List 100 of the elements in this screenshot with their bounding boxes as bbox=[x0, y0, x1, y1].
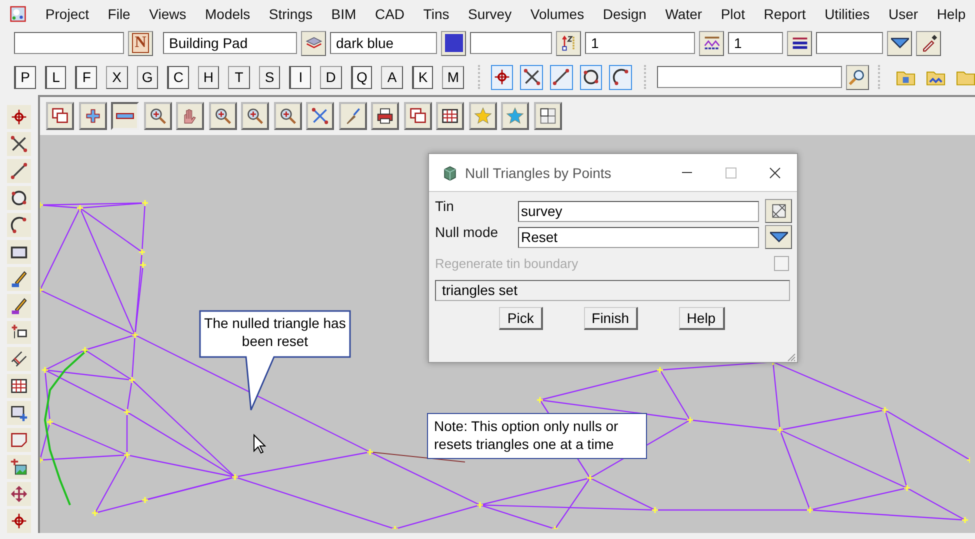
view-tool-button[interactable] bbox=[111, 102, 139, 130]
snap-button[interactable]: P bbox=[14, 66, 36, 88]
view-tool-button[interactable] bbox=[46, 102, 74, 130]
snap-button[interactable]: I bbox=[289, 66, 312, 88]
line-icon bbox=[552, 68, 570, 86]
eyedropper-button[interactable] bbox=[916, 30, 941, 56]
weight-button[interactable] bbox=[787, 30, 812, 56]
view-tool-button[interactable] bbox=[144, 102, 172, 130]
snap-tool-button[interactable] bbox=[609, 64, 632, 90]
view-tool-button[interactable] bbox=[241, 102, 269, 130]
snap-tool-button[interactable] bbox=[520, 64, 544, 90]
drawing-tool-button[interactable] bbox=[7, 428, 31, 452]
drawing-tool-button[interactable] bbox=[7, 347, 31, 372]
drawing-tool-button[interactable] bbox=[7, 482, 31, 506]
menu-item[interactable]: Design bbox=[593, 6, 656, 22]
view-tool-button[interactable] bbox=[274, 102, 302, 130]
snap-tool-button[interactable] bbox=[490, 64, 514, 90]
note: Note: This option only nulls or resets triangles one at a time bbox=[427, 413, 647, 459]
menu-item[interactable]: Volumes bbox=[520, 6, 594, 22]
snap-button[interactable]: A bbox=[381, 66, 403, 88]
view-tool-button[interactable] bbox=[208, 102, 236, 130]
height-button[interactable] bbox=[556, 30, 581, 56]
drawing-tool-button[interactable] bbox=[7, 320, 31, 344]
view-tool-button[interactable] bbox=[534, 102, 562, 130]
arc-icon bbox=[612, 68, 630, 86]
snap-button[interactable]: K bbox=[412, 66, 434, 88]
menu-item[interactable]: Models bbox=[196, 6, 260, 22]
snap-button[interactable]: Q bbox=[350, 66, 372, 88]
drawing-tool-button[interactable] bbox=[7, 374, 31, 398]
input-field[interactable] bbox=[14, 32, 124, 54]
drawing-tool-button[interactable] bbox=[7, 132, 31, 156]
resize-grip-icon[interactable] bbox=[786, 352, 796, 362]
snap-button[interactable]: S bbox=[258, 66, 280, 88]
snap-button[interactable]: H bbox=[198, 66, 220, 88]
view-tool-button[interactable] bbox=[78, 102, 106, 130]
weight-field[interactable]: 1 bbox=[728, 32, 783, 54]
linestyle-icon bbox=[702, 34, 720, 52]
input-field[interactable] bbox=[470, 32, 552, 54]
point-icon bbox=[493, 68, 512, 86]
menu-item[interactable]: Plot bbox=[711, 6, 754, 22]
sheet-icon bbox=[10, 431, 28, 450]
view-tool-button[interactable] bbox=[371, 102, 399, 130]
layers-button[interactable] bbox=[301, 30, 326, 56]
view-tool-button[interactable] bbox=[176, 102, 204, 130]
menu-item[interactable]: Utilities bbox=[815, 6, 880, 22]
snap-tool-button[interactable] bbox=[550, 64, 573, 90]
dialog-button[interactable]: Finish bbox=[584, 307, 638, 330]
snap-button[interactable]: C bbox=[167, 66, 189, 88]
menu-item[interactable]: File bbox=[98, 6, 140, 22]
menu-item[interactable]: Water bbox=[656, 6, 712, 22]
model-field[interactable]: Building Pad bbox=[163, 32, 297, 54]
input-field[interactable]: survey bbox=[518, 200, 759, 222]
drawing-tool-button[interactable] bbox=[7, 509, 31, 533]
menu-item[interactable]: Project bbox=[36, 6, 98, 22]
dropdown-button[interactable] bbox=[765, 225, 792, 249]
colour-field[interactable]: dark blue bbox=[330, 32, 437, 54]
snap-tool-button[interactable] bbox=[580, 64, 602, 90]
view-tool-button[interactable] bbox=[436, 102, 464, 130]
menu-item[interactable]: BIM bbox=[322, 6, 366, 22]
drawing-tool-button[interactable] bbox=[7, 240, 31, 264]
snap-button[interactable]: M bbox=[442, 66, 464, 88]
snap-button[interactable]: F bbox=[75, 66, 97, 88]
tin-icon bbox=[770, 202, 788, 220]
drawing-tool-button[interactable] bbox=[7, 455, 31, 480]
menu-item[interactable]: Survey bbox=[458, 6, 521, 22]
menu-item[interactable]: Views bbox=[140, 6, 196, 22]
input-field[interactable] bbox=[816, 32, 883, 54]
snap-button[interactable]: D bbox=[320, 66, 342, 88]
tin-chooser-button[interactable] bbox=[765, 199, 792, 223]
view-tool-button[interactable] bbox=[404, 102, 432, 130]
menu-item[interactable]: User bbox=[879, 6, 928, 22]
dialog-button[interactable]: Pick bbox=[499, 307, 543, 330]
menu-item[interactable]: CAD bbox=[366, 6, 414, 22]
menu-item[interactable]: Tins bbox=[414, 6, 459, 22]
menu-item[interactable]: Strings bbox=[260, 6, 322, 22]
dropdown-button[interactable] bbox=[887, 30, 912, 56]
menu-item[interactable]: Report bbox=[754, 6, 816, 22]
drawing-tool-button[interactable] bbox=[7, 105, 31, 129]
dialog-button[interactable]: Help bbox=[678, 307, 725, 330]
zoom-icon bbox=[148, 107, 166, 125]
menu-item[interactable]: Help bbox=[927, 6, 975, 22]
drawing-tool-button[interactable] bbox=[7, 401, 31, 426]
drawing-tool-button[interactable] bbox=[7, 158, 31, 183]
drawing-tool-button[interactable] bbox=[7, 294, 31, 318]
drawing-tool-button[interactable] bbox=[7, 186, 31, 210]
snap-button[interactable]: T bbox=[228, 66, 250, 88]
snap-button[interactable]: G bbox=[136, 66, 158, 88]
drawing-tool-button[interactable] bbox=[7, 266, 31, 291]
linestyle-button[interactable] bbox=[699, 30, 724, 56]
colour-swatch-button[interactable] bbox=[441, 30, 466, 56]
search-button[interactable] bbox=[846, 64, 869, 90]
app-logo-icon[interactable] bbox=[10, 4, 26, 24]
drawing-tool-button[interactable] bbox=[7, 212, 31, 237]
snap-button[interactable]: X bbox=[106, 66, 128, 88]
search-field[interactable] bbox=[656, 66, 842, 88]
snap-button[interactable]: L bbox=[44, 66, 66, 88]
search-icon bbox=[848, 68, 866, 86]
input-field[interactable]: Reset bbox=[518, 226, 759, 248]
linestyle-field[interactable]: 1 bbox=[585, 32, 695, 54]
windows-icon bbox=[51, 107, 69, 125]
